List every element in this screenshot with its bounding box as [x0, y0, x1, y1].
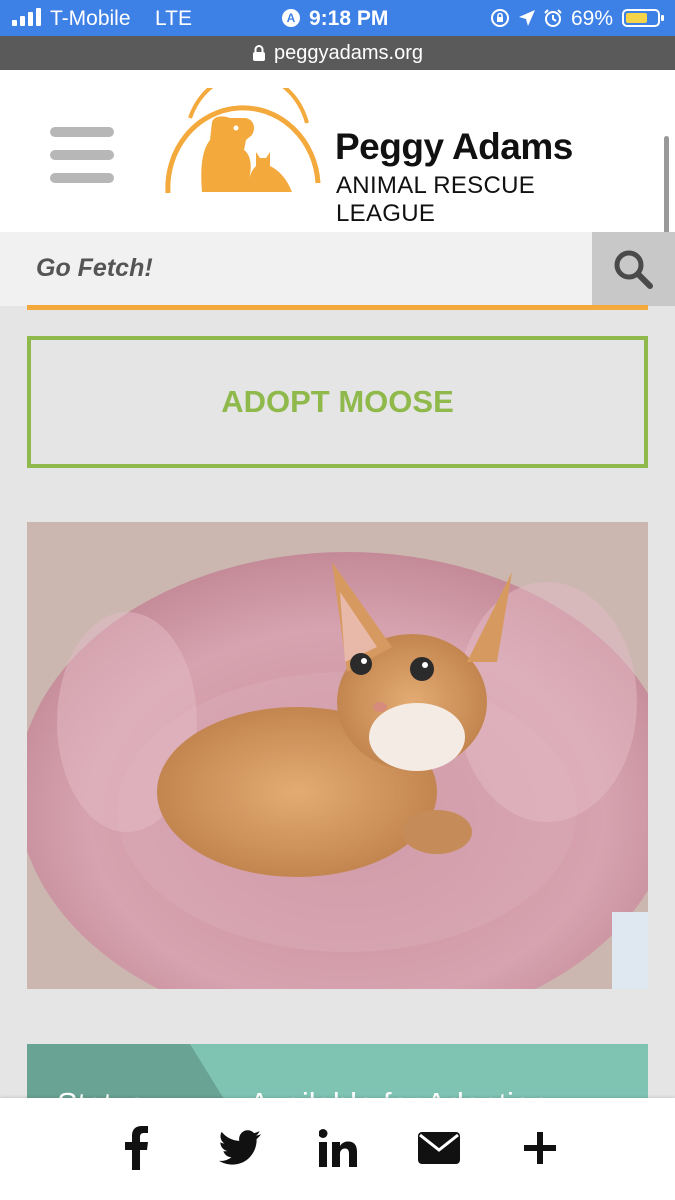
signal-icon	[12, 8, 41, 26]
adopt-button-label: ADOPT MOOSE	[221, 384, 454, 419]
search-bar: Go Fetch!	[0, 232, 675, 306]
lock-icon	[253, 45, 265, 61]
site-header: Peggy Adams ANIMAL RESCUE LEAGUE	[0, 70, 675, 232]
email-icon	[418, 1132, 460, 1164]
adopt-button[interactable]: ADOPT MOOSE	[27, 336, 648, 468]
carrier-label: T-Mobile	[50, 7, 131, 30]
location-arrow-icon	[519, 10, 535, 26]
search-input[interactable]: Go Fetch!	[36, 254, 153, 283]
navigation-icon: A	[282, 9, 300, 27]
rotation-lock-icon	[491, 9, 509, 27]
hamburger-menu-button[interactable]	[50, 127, 114, 183]
plus-icon	[524, 1132, 556, 1164]
pet-photo	[27, 522, 648, 989]
linkedin-share-button[interactable]	[318, 1125, 358, 1171]
battery-icon	[622, 9, 664, 27]
battery-percent: 69%	[571, 7, 614, 30]
url-bar[interactable]: peggyadams.org	[0, 36, 675, 70]
more-share-button[interactable]	[522, 1125, 558, 1171]
email-share-button[interactable]	[418, 1125, 460, 1171]
logo-subtitle: ANIMAL RESCUE LEAGUE	[336, 172, 536, 227]
clock: 9:18 PM	[309, 7, 389, 30]
site-logo[interactable]: Peggy Adams ANIMAL RESCUE LEAGUE	[162, 88, 612, 227]
share-bar	[0, 1098, 675, 1200]
network-label: LTE	[155, 7, 192, 30]
search-icon	[614, 250, 653, 289]
logo-title: Peggy Adams	[335, 126, 573, 167]
twitter-share-button[interactable]	[218, 1125, 262, 1171]
url-text: peggyadams.org	[274, 41, 423, 64]
twitter-icon	[219, 1130, 261, 1165]
search-button[interactable]	[592, 232, 675, 306]
status-panel: Status Available for Adoption	[27, 1044, 648, 1104]
alarm-icon	[544, 9, 562, 27]
facebook-share-button[interactable]	[116, 1125, 156, 1171]
divider	[27, 305, 648, 310]
linkedin-icon	[319, 1129, 357, 1167]
facebook-icon	[125, 1126, 148, 1170]
dog-cat-logo-icon	[165, 88, 321, 194]
status-bar: T-Mobile LTE A 9:18 PM 69%	[0, 0, 675, 36]
